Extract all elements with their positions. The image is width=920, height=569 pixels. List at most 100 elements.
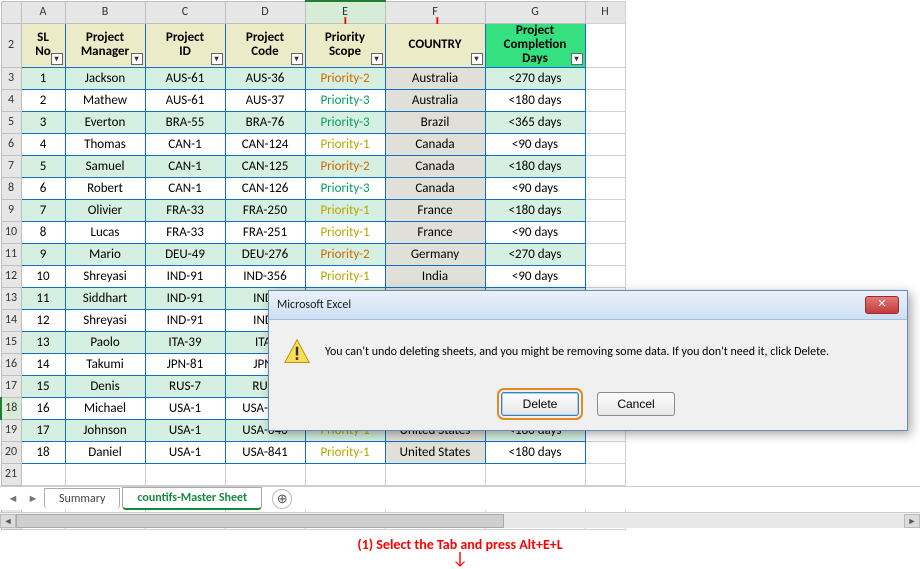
cell-pm[interactable]: Lucas [65,221,145,243]
empty-cell[interactable] [585,441,625,463]
cell-country[interactable]: Canada [385,133,485,155]
cell-sl[interactable]: 9 [21,243,65,265]
cell-country[interactable]: Canada [385,155,485,177]
row-header[interactable]: 18 [1,397,21,419]
col-header[interactable]: D [225,1,305,23]
add-sheet-button[interactable]: ⊕ [272,489,292,509]
cell-sl[interactable]: 1 [21,67,65,89]
empty-cell[interactable] [585,199,625,221]
header-sl[interactable]: SL No▾ [21,23,65,67]
cell-sl[interactable]: 18 [21,441,65,463]
cell-days[interactable]: <90 days [485,265,585,287]
col-header[interactable]: G [485,1,585,23]
cell-country[interactable]: France [385,199,485,221]
table-row[interactable]: 86RobertCAN-1CAN-126Priority-3Canada<90 … [1,177,625,199]
cell-pm[interactable]: Denis [65,375,145,397]
cell-country[interactable]: Germany [385,243,485,265]
cell-days[interactable]: <90 days [485,133,585,155]
col-header[interactable]: H [585,1,625,23]
empty-cell[interactable] [585,89,625,111]
row-header[interactable]: 5 [1,111,21,133]
cell-country[interactable]: India [385,265,485,287]
cell-id[interactable]: DEU-49 [145,243,225,265]
cell-priority[interactable]: Priority-2 [305,243,385,265]
scroll-left-button[interactable]: ◄ [0,514,16,528]
cell-id[interactable]: AUS-61 [145,67,225,89]
cell-id[interactable]: CAN-1 [145,133,225,155]
table-row[interactable]: 31JacksonAUS-61AUS-36Priority-2Australia… [1,67,625,89]
cell-id[interactable]: CAN-1 [145,155,225,177]
table-row[interactable]: 53EvertonBRA-55BRA-76Priority-3Brazil<36… [1,111,625,133]
cell-sl[interactable]: 2 [21,89,65,111]
empty-cell[interactable] [585,177,625,199]
filter-icon[interactable]: ▾ [291,53,303,65]
row-header[interactable]: 2 [1,23,21,67]
cell-priority[interactable]: Priority-1 [305,199,385,221]
cell-days[interactable]: <180 days [485,155,585,177]
cell-sl[interactable]: 11 [21,287,65,309]
filter-icon[interactable]: ▾ [131,53,143,65]
cancel-button[interactable]: Cancel [597,392,675,416]
table-row[interactable]: 42MathewAUS-61AUS-37Priority-3Australia<… [1,89,625,111]
cell-pc[interactable]: CAN-124 [225,133,305,155]
empty-cell[interactable] [21,463,65,485]
cell-pc[interactable]: FRA-251 [225,221,305,243]
cell-sl[interactable]: 16 [21,397,65,419]
select-all-cell[interactable] [1,1,21,23]
cell-pc[interactable]: FRA-250 [225,199,305,221]
row-header[interactable]: 13 [1,287,21,309]
cell-pc[interactable]: CAN-126 [225,177,305,199]
empty-cell[interactable] [585,133,625,155]
cell-pc[interactable]: USA-841 [225,441,305,463]
col-header[interactable]: C [145,1,225,23]
filter-icon[interactable]: ▾ [211,53,223,65]
cell-priority[interactable]: Priority-2 [305,155,385,177]
header-ps[interactable]: Priority Scope▾ [305,23,385,67]
empty-cell[interactable] [585,111,625,133]
table-row[interactable]: 119MarioDEU-49DEU-276Priority-2Germany<2… [1,243,625,265]
row-header[interactable]: 20 [1,441,21,463]
table-row[interactable]: 97OlivierFRA-33FRA-250Priority-1France<1… [1,199,625,221]
cell-id[interactable]: FRA-33 [145,221,225,243]
cell-days[interactable]: <180 days [485,199,585,221]
row-header[interactable]: 19 [1,419,21,441]
table-row[interactable]: 108LucasFRA-33FRA-251Priority-1France<90… [1,221,625,243]
cell-priority[interactable]: Priority-1 [305,221,385,243]
cell-id[interactable]: ITA-39 [145,331,225,353]
dialog-close-button[interactable]: ✕ [865,296,899,314]
row-header[interactable]: 8 [1,177,21,199]
row-header[interactable]: 10 [1,221,21,243]
row-header[interactable]: 11 [1,243,21,265]
row-header[interactable]: 17 [1,375,21,397]
cell-sl[interactable]: 7 [21,199,65,221]
empty-cell[interactable] [385,463,485,485]
cell-sl[interactable]: 3 [21,111,65,133]
header-pm[interactable]: Project Manager▾ [65,23,145,67]
cell-sl[interactable]: 14 [21,353,65,375]
empty-cell[interactable] [65,463,145,485]
cell-pc[interactable]: AUS-36 [225,67,305,89]
filter-icon[interactable]: ▾ [571,53,583,65]
header-cd[interactable]: Project Completion Days▾ [485,23,585,67]
cell-pm[interactable]: Daniel [65,441,145,463]
empty-cell[interactable] [585,463,625,485]
cell-sl[interactable]: 17 [21,419,65,441]
header-pc[interactable]: Project Code▾ [225,23,305,67]
table-row[interactable]: 2018DanielUSA-1USA-841Priority-1United S… [1,441,625,463]
empty-cell[interactable] [585,243,625,265]
cell-id[interactable]: JPN-81 [145,353,225,375]
cell-days[interactable]: <180 days [485,89,585,111]
dialog-titlebar[interactable]: Microsoft Excel ✕ [269,291,907,320]
cell-priority[interactable]: Priority-3 [305,111,385,133]
cell-country[interactable]: Australia [385,89,485,111]
row-header[interactable]: 9 [1,199,21,221]
cell-country[interactable]: Australia [385,67,485,89]
empty-cell[interactable] [585,221,625,243]
tab-nav-first[interactable]: ◄ [4,490,22,508]
cell-pm[interactable]: Jackson [65,67,145,89]
cell-pm[interactable]: Shreyasi [65,309,145,331]
cell-priority[interactable]: Priority-1 [305,265,385,287]
row-header[interactable]: 15 [1,331,21,353]
table-row[interactable]: 64ThomasCAN-1CAN-124Priority-1Canada<90 … [1,133,625,155]
row-header[interactable]: 12 [1,265,21,287]
